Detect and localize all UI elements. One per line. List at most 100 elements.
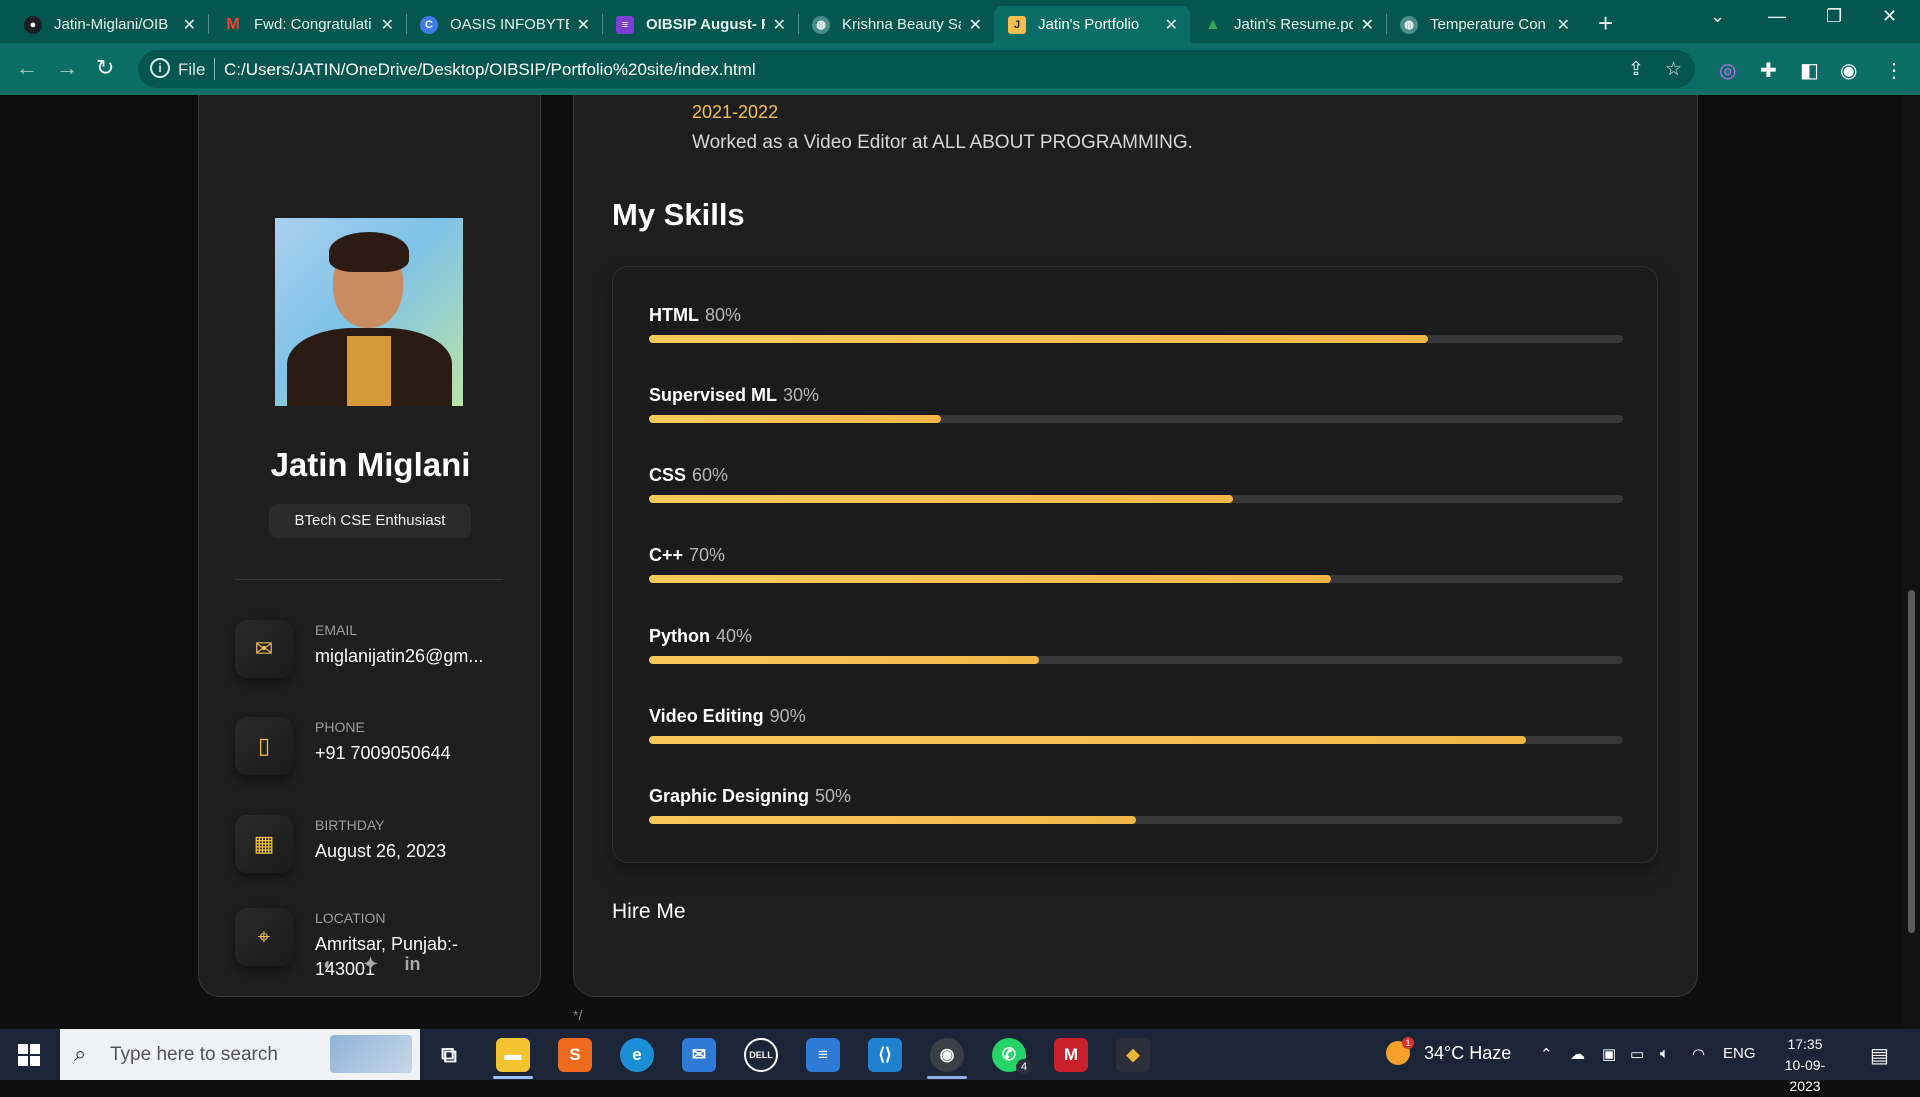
skills-list: HTML 80% Supervised ML 30% CSS 60% C++ 70% P…: [612, 266, 1658, 863]
tab-oasis[interactable]: C OASIS INFOBYTE ✕: [406, 6, 602, 43]
share-icon[interactable]: ⇪: [1628, 58, 1644, 81]
skill-name: Supervised ML: [649, 385, 778, 405]
skill-progress-fill: [649, 656, 1039, 664]
skill-progress-fill: [649, 495, 1234, 503]
minimize-button[interactable]: —: [1768, 6, 1786, 27]
volume-icon[interactable]: 🔈︎: [1660, 1045, 1669, 1062]
skill-name: Video Editing: [649, 706, 764, 726]
skill-name: CSS: [649, 465, 687, 485]
close-icon[interactable]: ✕: [1557, 15, 1570, 35]
phone-link[interactable]: +91 7009050644: [315, 741, 505, 766]
forward-button[interactable]: →: [56, 55, 78, 81]
extension-circle-icon[interactable]: ◎: [1719, 58, 1736, 83]
tab-title: Jatin's Portfolio: [1038, 16, 1140, 33]
device-icon[interactable]: ▣: [1602, 1045, 1616, 1063]
git-gui-icon[interactable]: ◆: [1116, 1038, 1150, 1072]
contact-label: Birthday: [315, 817, 385, 833]
birthday-value: August 26, 2023: [315, 841, 447, 861]
bookmark-star-icon[interactable]: ☆: [1665, 58, 1682, 81]
battery-icon[interactable]: ▭: [1630, 1045, 1644, 1063]
email-link[interactable]: miglanijatin26@gm...: [315, 644, 505, 669]
skill-progress-fill: [649, 736, 1526, 744]
vscode-icon[interactable]: ⟨⟩: [868, 1038, 902, 1072]
skill-percent: 70%: [689, 545, 726, 565]
close-icon[interactable]: ✕: [773, 15, 786, 35]
tab-strip: ● Jatin-Miglani/OIB ✕ M Fwd: Congratulat…: [0, 0, 1920, 43]
address-bar[interactable]: i File C:/Users/JATIN/OneDrive/Desktop/O…: [138, 50, 1695, 88]
hire-me-link[interactable]: Hire Me: [612, 900, 686, 924]
new-tab-button[interactable]: +: [1598, 8, 1613, 39]
search-highlight-image: [330, 1035, 412, 1073]
mcafee-icon[interactable]: M: [1054, 1038, 1088, 1072]
wifi-icon[interactable]: ◠: [1692, 1045, 1705, 1063]
onedrive-cloud-icon[interactable]: ☁: [1570, 1045, 1585, 1063]
address-url[interactable]: C:/Users/JATIN/OneDrive/Desktop/OIBSIP/P…: [224, 60, 756, 80]
profile-sidebar: Jatin Miglani BTech CSE Enthusiast ✉ Ema…: [198, 95, 541, 997]
tab-search-chevron-icon[interactable]: ⌄: [1710, 6, 1725, 27]
tab-title: OIBSIP August- F: [646, 16, 765, 33]
profile-avatar: [275, 218, 463, 406]
close-icon[interactable]: ✕: [577, 15, 590, 35]
close-icon[interactable]: ✕: [1165, 15, 1178, 35]
extensions-puzzle-icon[interactable]: ✚: [1760, 58, 1777, 83]
reload-button[interactable]: ↻: [96, 55, 114, 81]
info-icon[interactable]: i: [150, 58, 170, 78]
globe-icon: ◍: [812, 15, 830, 34]
portfolio-icon: J: [1008, 15, 1026, 34]
tab-gmail[interactable]: M Fwd: Congratulati ✕: [210, 6, 406, 43]
close-icon[interactable]: ✕: [969, 15, 982, 35]
mail-app-icon[interactable]: ✉: [682, 1038, 716, 1072]
canva-icon: C: [420, 15, 438, 34]
tab-github[interactable]: ● Jatin-Miglani/OIB ✕: [10, 6, 208, 43]
language-indicator[interactable]: ENG: [1723, 1045, 1756, 1062]
tab-oibsip-form[interactable]: ≡ OIBSIP August- F ✕: [602, 6, 798, 43]
github-icon[interactable]: ◐: [318, 954, 340, 976]
tab-krishna[interactable]: ◍ Krishna Beauty Sa ✕: [798, 6, 994, 43]
weather-text[interactable]: 34°C Haze: [1424, 1043, 1511, 1064]
clock-time: 17:35: [1787, 1036, 1823, 1052]
tab-portfolio[interactable]: J Jatin's Portfolio ✕: [994, 6, 1190, 43]
skill-progress-track: [649, 816, 1623, 824]
twitter-icon[interactable]: ✦: [360, 954, 382, 976]
dell-icon[interactable]: DELL: [744, 1038, 778, 1072]
close-icon[interactable]: ✕: [183, 15, 196, 35]
show-hidden-icons-icon[interactable]: ⌃: [1540, 1045, 1553, 1063]
search-icon: ⌕: [74, 1041, 87, 1066]
windows-start-icon[interactable]: [18, 1044, 40, 1066]
page-scrollbar[interactable]: [1903, 95, 1920, 1029]
chrome-icon[interactable]: ◉: [930, 1038, 964, 1072]
mail-icon: ✉: [235, 620, 293, 678]
edge-icon[interactable]: e: [620, 1038, 654, 1072]
skill-video-editing: Video Editing 90%: [649, 706, 1623, 744]
address-scheme: File: [178, 60, 206, 79]
notifications-icon[interactable]: ▤: [1870, 1043, 1889, 1068]
tab-resume[interactable]: ▲ Jatin's Resume.pd ✕: [1190, 6, 1386, 43]
task-view-icon[interactable]: ⧉: [432, 1038, 466, 1072]
profile-avatar-icon[interactable]: ◉: [1840, 58, 1857, 83]
contact-label: Phone: [315, 719, 365, 735]
scrollbar-thumb[interactable]: [1908, 590, 1915, 933]
notes-app-icon[interactable]: ≡: [806, 1038, 840, 1072]
file-explorer-icon[interactable]: ▬: [496, 1038, 530, 1072]
social-links: ◐ ✦ in: [199, 954, 542, 976]
close-icon[interactable]: ✕: [1361, 15, 1374, 35]
profile-name: Jatin Miglani: [270, 446, 471, 483]
clock-date: 10-09-2023: [1784, 1057, 1826, 1094]
taskbar-clock[interactable]: 17:35 10-09-2023: [1770, 1034, 1840, 1097]
side-panel-icon[interactable]: ◧: [1800, 58, 1819, 83]
skill-html: HTML 80%: [649, 305, 1623, 343]
back-button[interactable]: ←: [16, 55, 38, 81]
close-icon[interactable]: ✕: [381, 15, 394, 35]
restore-button[interactable]: ❐: [1826, 6, 1842, 27]
skill-name: HTML: [649, 305, 699, 325]
forms-icon: ≡: [616, 15, 634, 34]
tab-title: Jatin's Resume.pd: [1234, 16, 1353, 33]
taskbar-search[interactable]: ⌕ Type here to search: [60, 1029, 420, 1080]
skill-supervised-ml: Supervised ML 30%: [649, 385, 1623, 423]
close-window-button[interactable]: ✕: [1882, 6, 1897, 27]
sublime-text-icon[interactable]: S: [558, 1038, 592, 1072]
tab-temperature[interactable]: ◍ Temperature Con ✕: [1386, 6, 1582, 43]
skill-percent: 50%: [815, 786, 852, 806]
menu-kebab-icon[interactable]: ⋮: [1884, 58, 1904, 83]
linkedin-icon[interactable]: in: [402, 954, 424, 976]
